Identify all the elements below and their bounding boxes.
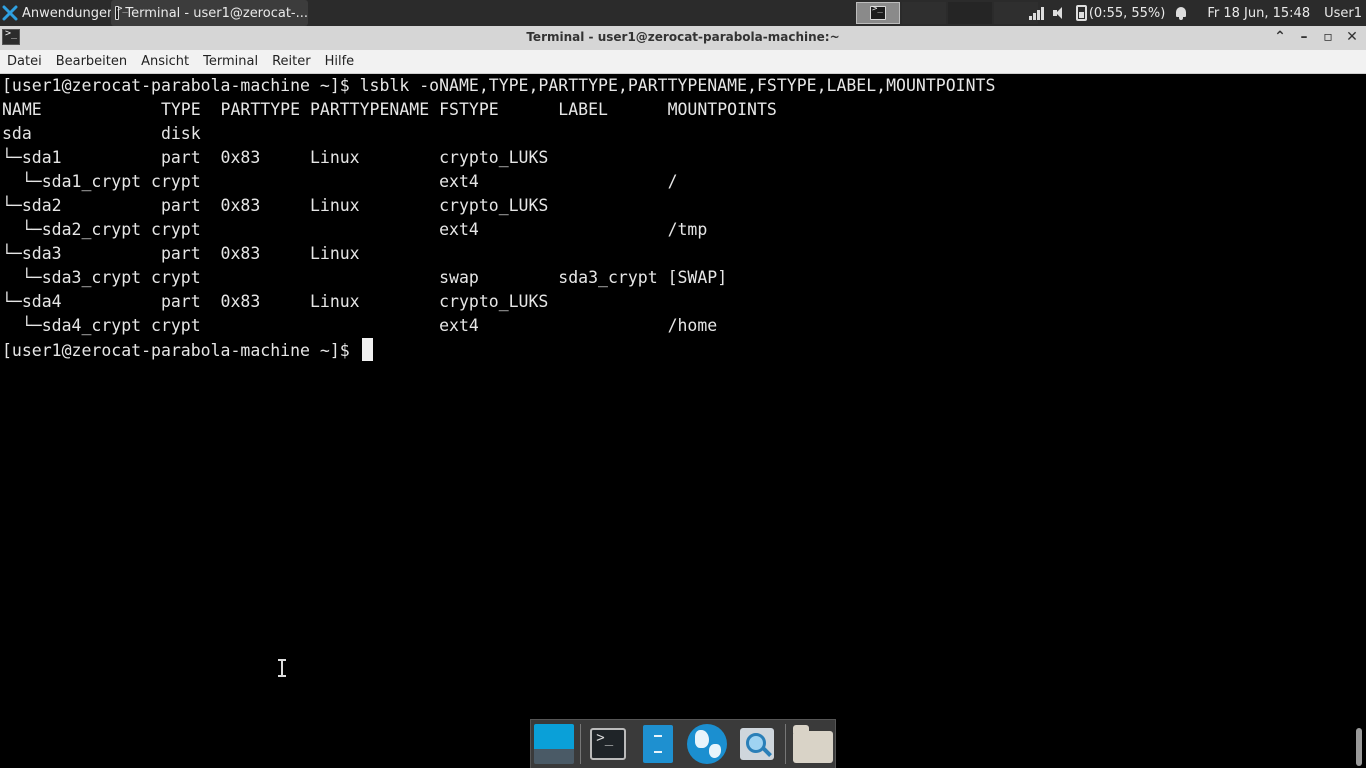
prompt: [user1@zerocat-parabola-machine ~]$ bbox=[2, 341, 360, 360]
menu-hilfe[interactable]: Hilfe bbox=[318, 54, 362, 69]
terminal-scrollbar[interactable] bbox=[1352, 74, 1366, 768]
top-panel: Anwendungen ☰ Terminal - user1@zerocat-.… bbox=[0, 0, 1366, 26]
table-row: └─sda2 part 0x83 Linux crypto_LUKS bbox=[2, 196, 549, 215]
taskbar-window-title: Terminal - user1@zerocat-... bbox=[125, 5, 308, 21]
terminal-icon bbox=[590, 728, 627, 760]
menu-datei[interactable]: Datei bbox=[0, 54, 49, 69]
folder-icon bbox=[793, 725, 834, 763]
dock-terminal-launcher[interactable] bbox=[587, 722, 631, 766]
clock[interactable]: Fr 18 Jun, 15:48 bbox=[1207, 6, 1310, 21]
web-browser-icon bbox=[687, 724, 728, 764]
menu-bearbeiten[interactable]: Bearbeiten bbox=[49, 54, 134, 69]
table-row: └─sda4 part 0x83 Linux crypto_LUKS bbox=[2, 292, 549, 311]
table-header: NAME TYPE PARTTYPE PARTTYPENAME FSTYPE L… bbox=[2, 100, 777, 119]
app-finder-icon bbox=[739, 728, 774, 760]
maximize-button[interactable]: ▫ bbox=[1320, 28, 1336, 46]
signal-icon[interactable] bbox=[1028, 5, 1044, 21]
terminal-icon bbox=[870, 4, 886, 20]
close-button[interactable]: ✕ bbox=[1344, 28, 1360, 46]
dock bbox=[530, 719, 836, 768]
menubar: Datei Bearbeiten Ansicht Terminal Reiter… bbox=[0, 50, 1366, 74]
user-menu[interactable]: User1 bbox=[1324, 6, 1362, 21]
window-title: Terminal - user1@zerocat-parabola-machin… bbox=[526, 30, 840, 44]
command-line: [user1@zerocat-parabola-machine ~]$ lsbl… bbox=[2, 76, 996, 95]
workspace-3[interactable] bbox=[948, 2, 992, 24]
ibeam-cursor-icon bbox=[277, 658, 287, 678]
battery-text: (0:55, 55%) bbox=[1088, 5, 1166, 21]
menu-reiter[interactable]: Reiter bbox=[265, 54, 318, 69]
battery-icon bbox=[1075, 5, 1087, 21]
dock-appfinder-launcher[interactable] bbox=[735, 722, 779, 766]
bell-icon[interactable] bbox=[1173, 5, 1189, 21]
dock-files-launcher[interactable] bbox=[636, 722, 680, 766]
window-controls: ⌃ – ▫ ✕ bbox=[1272, 28, 1360, 46]
speaker-icon[interactable] bbox=[1052, 5, 1068, 21]
menu-terminal[interactable]: Terminal bbox=[196, 54, 265, 69]
applications-menu-button[interactable]: Anwendungen ☰ bbox=[2, 0, 128, 26]
terminal-output[interactable]: [user1@zerocat-parabola-machine ~]$ lsbl… bbox=[0, 74, 1352, 768]
window-titlebar[interactable]: Terminal - user1@zerocat-parabola-machin… bbox=[0, 26, 1366, 50]
text-cursor bbox=[361, 338, 373, 361]
minimize-button[interactable]: – bbox=[1296, 28, 1312, 46]
taskbar-window-button[interactable]: Terminal - user1@zerocat-... bbox=[111, 0, 308, 26]
terminal-icon bbox=[115, 4, 129, 20]
dock-separator bbox=[579, 724, 581, 764]
system-tray: (0:55, 55%) Fr 18 Jun, 15:48 User1 bbox=[1028, 0, 1366, 26]
show-desktop-icon[interactable] bbox=[534, 724, 574, 764]
table-row: └─sda1_crypt crypt ext4 / bbox=[2, 172, 678, 191]
table-row: sda disk bbox=[2, 124, 201, 143]
workspace-2[interactable] bbox=[902, 2, 946, 24]
table-row: └─sda2_crypt crypt ext4 /tmp bbox=[2, 220, 708, 239]
battery-indicator[interactable]: (0:55, 55%) bbox=[1075, 5, 1166, 21]
chevron-up-icon[interactable]: ⌃ bbox=[1272, 28, 1288, 46]
scrollbar-thumb[interactable] bbox=[1356, 728, 1362, 766]
table-row: └─sda3 part 0x83 Linux bbox=[2, 244, 360, 263]
prompt-line[interactable]: [user1@zerocat-parabola-machine ~]$ bbox=[2, 338, 1352, 362]
dock-folder-launcher[interactable] bbox=[792, 722, 836, 766]
menu-ansicht[interactable]: Ansicht bbox=[134, 54, 196, 69]
xfce-mouse-icon bbox=[2, 5, 18, 21]
dock-browser-launcher[interactable] bbox=[686, 722, 730, 766]
workspace-1[interactable] bbox=[856, 2, 900, 24]
dock-separator bbox=[784, 724, 786, 764]
table-row: └─sda3_crypt crypt swap sda3_crypt [SWAP… bbox=[2, 268, 728, 287]
table-row: └─sda4_crypt crypt ext4 /home bbox=[2, 316, 718, 335]
applications-menu-label: Anwendungen bbox=[22, 5, 116, 21]
table-row: └─sda1 part 0x83 Linux crypto_LUKS bbox=[2, 148, 549, 167]
file-cabinet-icon bbox=[642, 725, 673, 763]
